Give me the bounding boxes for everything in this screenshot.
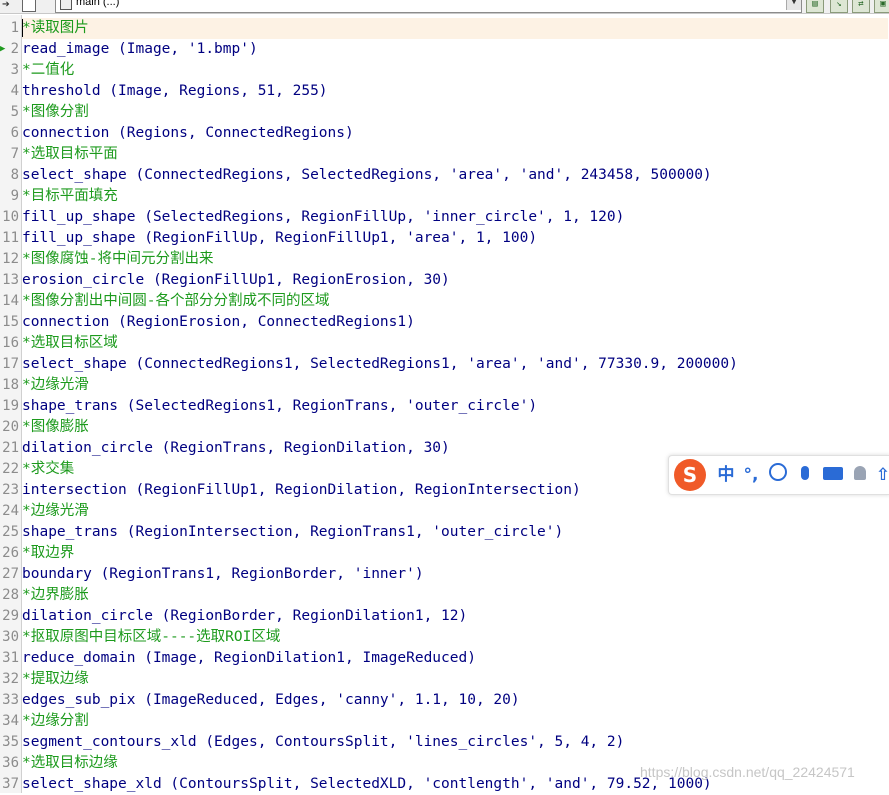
line-number: 35 [2,734,19,750]
line-number: 27 [2,566,19,582]
comment-line[interactable]: *选取目标平面 [22,144,888,165]
line-number: 37 [2,776,19,792]
procedure-icon [60,0,72,10]
program-editor[interactable]: *读取图片 read_image (Image, '1.bmp') *二值化 thre… [0,15,889,793]
code-line[interactable]: shape_trans (RegionIntersection, RegionT… [22,522,888,543]
line-number: 32 [2,671,19,687]
microphone-icon[interactable] [795,464,815,486]
keyboard-icon[interactable] [821,464,845,486]
line-number: 17 [2,356,19,372]
swap-icon[interactable]: ⇄ [852,0,870,13]
line-number: 26 [2,545,19,561]
line-number: 34 [2,713,19,729]
line-number: 16 [2,335,19,351]
line-number: 18 [2,377,19,393]
code-line[interactable]: edges_sub_pix (ImageReduced, Edges, 'can… [22,690,888,711]
code-line[interactable]: boundary (RegionTrans1, RegionBorder, 'i… [22,564,888,585]
line-number: 14 [2,293,19,309]
procedure-list-icon[interactable]: ▤ [806,0,824,13]
comment-line[interactable]: *读取图片 [22,18,888,39]
comment-line[interactable]: *边缘光滑 [22,375,888,396]
line-number: 9 [10,188,19,204]
punctuation-toggle[interactable]: °, [741,464,761,486]
code-line[interactable]: shape_trans (SelectedRegions1, RegionTra… [22,396,888,417]
line-number: 6 [10,125,19,141]
code-line[interactable]: erosion_circle (RegionFillUp1, RegionEro… [22,270,888,291]
line-number: 10 [2,209,19,225]
arrow-right-icon[interactable]: ➔ [2,0,10,13]
step-icon[interactable]: ↘ [830,0,848,13]
text-caret [22,19,23,37]
line-number: 7 [10,146,19,162]
code-line[interactable]: fill_up_shape (RegionFillUp, RegionFillU… [22,228,888,249]
line-number: 20 [2,419,19,435]
procedure-selector[interactable]: main (...) ▼ [55,0,802,13]
code-line[interactable]: segment_contours_xld (Edges, ContoursSpl… [22,732,888,753]
line-number: 2 [10,41,19,57]
comment-line[interactable]: *取边界 [22,543,888,564]
code-line[interactable]: fill_up_shape (SelectedRegions, RegionFi… [22,207,888,228]
code-line[interactable]: threshold (Image, Regions, 51, 255) [22,81,888,102]
line-number: 19 [2,398,19,414]
ime-mode-toggle[interactable]: 中 [715,464,737,486]
code-line[interactable]: dilation_circle (RegionBorder, RegionDil… [22,606,888,627]
line-number: 28 [2,587,19,603]
ime-toolbar[interactable]: S 中 °, ⇧ [668,455,889,495]
line-number: 25 [2,524,19,540]
comment-line[interactable]: *图像分割出中间圆-各个部分分割成不同的区域 [22,291,888,312]
code-line[interactable]: select_shape (ConnectedRegions, Selected… [22,165,888,186]
sogou-logo-icon[interactable]: S [674,459,706,491]
comment-line[interactable]: *选取目标边缘 [22,753,888,774]
comment-line[interactable]: *边缘光滑 [22,501,888,522]
comment-line[interactable]: *二值化 [22,60,888,81]
line-number: 5 [10,104,19,120]
comment-line[interactable]: *边缘分割 [22,711,888,732]
line-number: 36 [2,755,19,771]
comment-line[interactable]: *目标平面填充 [22,186,888,207]
chevron-down-icon[interactable]: ▼ [786,0,801,10]
code-line[interactable]: read_image (Image, '1.bmp') [22,39,888,60]
line-number: 24 [2,503,19,519]
line-number: 4 [10,83,19,99]
comment-line[interactable]: *图像腐蚀-将中间元分割出来 [22,249,888,270]
line-number: 12 [2,251,19,267]
code-line[interactable]: select_shape_xld (ContoursSplit, Selecte… [22,774,888,795]
procedure-name: main (...) [76,0,120,8]
code-line[interactable]: select_shape (ConnectedRegions1, Selecte… [22,354,888,375]
editor-toolbar: ➔ main (...) ▼ ▤ ↘ ⇄ ▣ [0,0,889,14]
user-icon[interactable] [851,464,869,486]
line-number: 33 [2,692,19,708]
comment-line[interactable]: *抠取原图中目标区域----选取ROI区域 [22,627,888,648]
line-number: 1 [10,20,19,36]
line-number: 29 [2,608,19,624]
line-number: 30 [2,629,19,645]
comment-line[interactable]: *图像分割 [22,102,888,123]
comment-line[interactable]: *提取边缘 [22,669,888,690]
line-number: 3 [10,62,19,78]
line-number: 21 [2,440,19,456]
document-icon[interactable] [22,0,36,12]
comment-line[interactable]: *图像膨胀 [22,417,888,438]
code-line[interactable]: connection (RegionErosion, ConnectedRegi… [22,312,888,333]
line-number: 31 [2,650,19,666]
line-number: 11 [2,230,19,246]
line-number: 13 [2,272,19,288]
comment-line[interactable]: *边界膨胀 [22,585,888,606]
line-number: 23 [2,482,19,498]
line-number: 15 [2,314,19,330]
code-line[interactable]: reduce_domain (Image, RegionDilation1, I… [22,648,888,669]
comment-line[interactable]: *选取目标区域 [22,333,888,354]
emoji-icon[interactable] [767,463,789,485]
line-number: 8 [10,167,19,183]
arrow-up-icon[interactable]: ⇧ [875,464,889,486]
code-line[interactable]: connection (Regions, ConnectedRegions) [22,123,888,144]
insert-icon[interactable]: ▣ [874,0,889,13]
line-number: 22 [2,461,19,477]
